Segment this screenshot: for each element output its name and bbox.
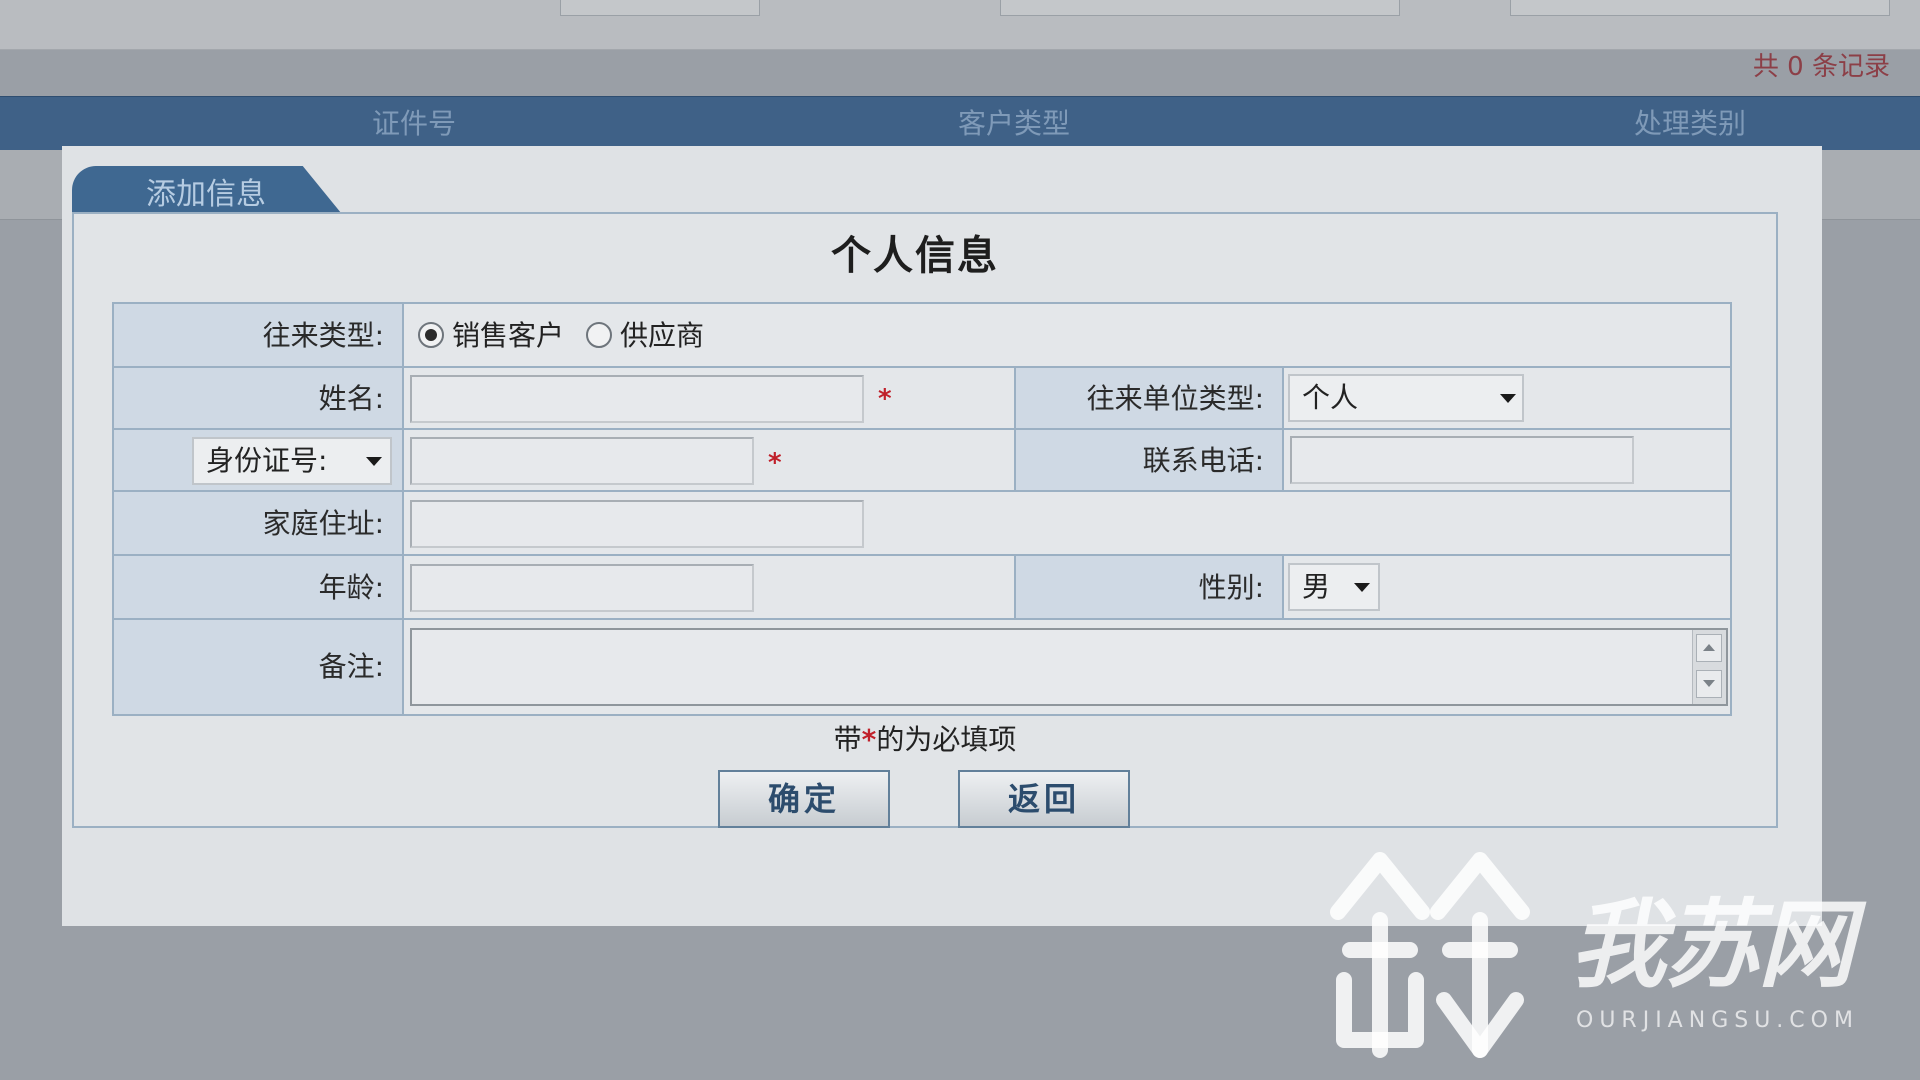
name-input[interactable] xyxy=(410,375,864,423)
unit-type-value: 个人 xyxy=(1302,381,1359,414)
watermark-domain: OURJIANGSU.COM xyxy=(1576,1008,1859,1033)
value-cell-age xyxy=(404,556,1016,620)
phone-label: 联系电话: xyxy=(1142,444,1264,477)
scroll-down-button[interactable] xyxy=(1696,670,1722,698)
radio-supplier-label[interactable]: 供应商 xyxy=(620,304,704,368)
value-cell-gender: 男 xyxy=(1284,556,1730,620)
label-cell-id-type: 身份证号: xyxy=(114,430,404,492)
watermark-brand: 我苏网 xyxy=(1570,889,1854,1001)
unit-type-select[interactable]: 个人 xyxy=(1288,374,1524,422)
back-button[interactable]: 返回 xyxy=(958,770,1130,828)
background-filter-field[interactable] xyxy=(560,0,760,16)
value-cell-address xyxy=(404,492,1730,556)
id-type-value: 身份证号: xyxy=(206,444,328,477)
value-cell-id-number: * xyxy=(404,430,1016,492)
name-label: 姓名: xyxy=(318,382,384,415)
label-cell-phone: 联系电话: xyxy=(1016,430,1284,492)
note-required-mark: * xyxy=(861,723,877,756)
value-cell-phone xyxy=(1284,430,1730,492)
scroll-up-button[interactable] xyxy=(1696,634,1722,662)
column-id-number: 证件号 xyxy=(372,107,457,140)
radio-sales-customer[interactable] xyxy=(418,322,444,348)
chevron-down-icon xyxy=(1500,394,1516,403)
age-label: 年龄: xyxy=(318,571,384,604)
chevron-down-icon xyxy=(366,457,382,466)
label-cell-address: 家庭住址: xyxy=(114,492,404,556)
label-cell-gender: 性别: xyxy=(1016,556,1284,620)
record-count: 共 0 条记录 xyxy=(1752,52,1890,82)
column-process-category: 处理类别 xyxy=(1634,107,1747,140)
label-cell-trade-type: 往来类型: xyxy=(114,304,404,368)
confirm-button[interactable]: 确定 xyxy=(718,770,890,828)
address-input[interactable] xyxy=(410,500,864,548)
radio-supplier[interactable] xyxy=(586,322,612,348)
remarks-label: 备注: xyxy=(318,650,384,683)
page-title: 个人信息 xyxy=(831,233,999,279)
note-suffix: 的为必填项 xyxy=(876,723,1017,756)
label-cell-name: 姓名: xyxy=(114,368,404,430)
remarks-scrollbar[interactable] xyxy=(1692,630,1726,704)
trade-type-label: 往来类型: xyxy=(262,319,384,352)
gender-select[interactable]: 男 xyxy=(1288,563,1380,611)
background-search-field[interactable] xyxy=(1000,0,1400,16)
id-number-input[interactable] xyxy=(410,437,754,485)
label-cell-remarks: 备注: xyxy=(114,620,404,714)
label-cell-age: 年龄: xyxy=(114,556,404,620)
age-input[interactable] xyxy=(410,564,754,612)
ourjiangsu-logo-icon xyxy=(1330,852,1530,1058)
unit-type-label: 往来单位类型: xyxy=(1086,382,1264,415)
required-field-note: 带*的为必填项 xyxy=(780,720,1070,760)
gender-label: 性别: xyxy=(1198,571,1264,604)
phone-input[interactable] xyxy=(1290,436,1634,484)
chevron-down-icon xyxy=(1354,583,1370,592)
id-type-select[interactable]: 身份证号: xyxy=(192,437,392,485)
required-mark: * xyxy=(878,384,892,414)
column-customer-type: 客户类型 xyxy=(958,107,1071,140)
value-cell-trade-type: 销售客户 供应商 xyxy=(404,304,1730,368)
background-table-row xyxy=(0,150,70,220)
radio-sales-customer-label[interactable]: 销售客户 xyxy=(452,304,564,368)
remarks-textarea[interactable] xyxy=(410,628,1728,706)
gender-value: 男 xyxy=(1302,570,1331,603)
background-table-header: 证件号 客户类型 处理类别 xyxy=(0,96,1920,150)
background-toolbar xyxy=(0,0,1920,50)
value-cell-name: * xyxy=(404,368,1016,430)
background-table-row xyxy=(1822,150,1920,220)
required-mark: * xyxy=(768,448,782,478)
address-label: 家庭住址: xyxy=(262,507,384,540)
arrow-down-icon xyxy=(1703,680,1715,687)
label-cell-unit-type: 往来单位类型: xyxy=(1016,368,1284,430)
value-cell-unit-type: 个人 xyxy=(1284,368,1730,430)
note-prefix: 带 xyxy=(833,723,862,756)
arrow-up-icon xyxy=(1703,644,1715,651)
background-date-field[interactable] xyxy=(1510,0,1890,16)
